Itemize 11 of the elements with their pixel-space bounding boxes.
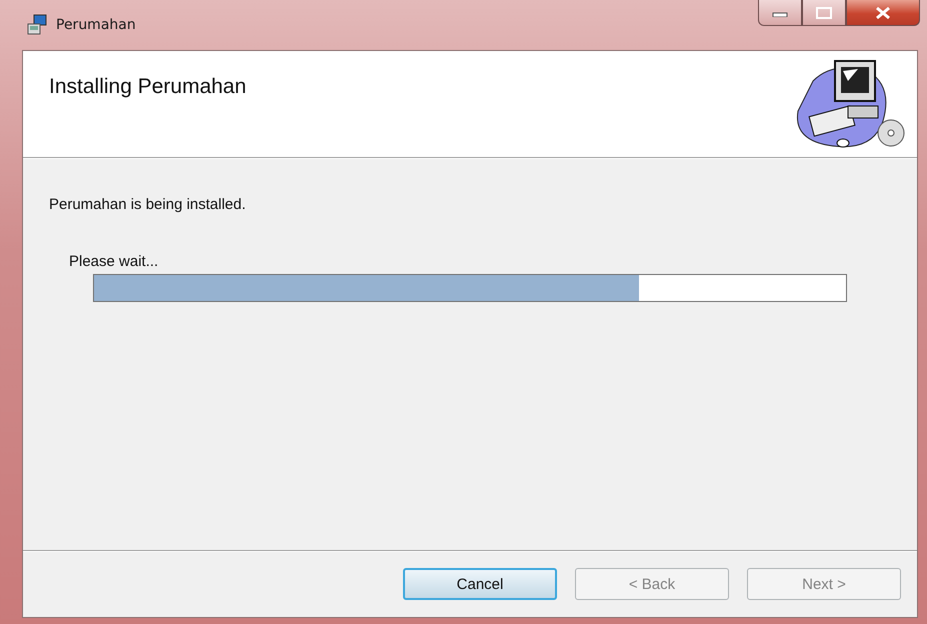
dialog-title: Installing Perumahan xyxy=(49,75,246,100)
cancel-button[interactable]: Cancel xyxy=(403,568,557,600)
minimize-button[interactable] xyxy=(758,0,802,26)
maximize-icon xyxy=(816,6,832,18)
window-title: Perumahan xyxy=(56,17,136,33)
installer-icon xyxy=(26,14,48,36)
maximize-button[interactable] xyxy=(802,0,846,26)
progress-label: Please wait... xyxy=(69,253,160,270)
status-text: Perumahan is being installed. xyxy=(49,196,246,213)
close-icon xyxy=(875,6,891,20)
close-button[interactable] xyxy=(846,0,920,26)
